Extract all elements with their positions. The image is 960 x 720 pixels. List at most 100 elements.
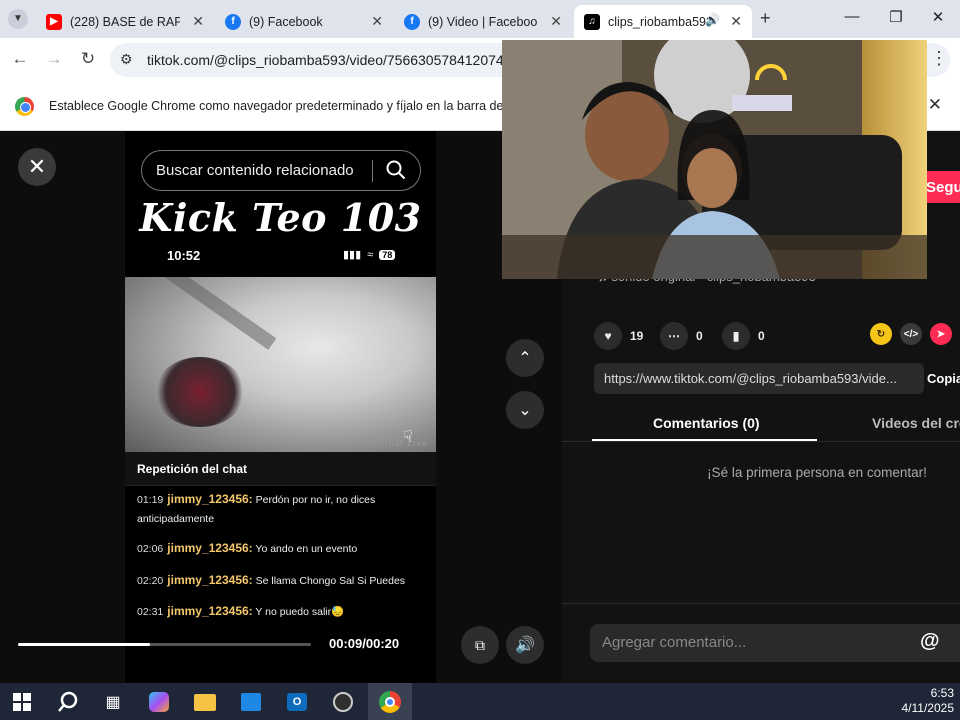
url-text: tiktok.com/@clips_riobamba593/video/7566… xyxy=(147,52,507,68)
comment-button[interactable]: ⋯ 0 xyxy=(660,322,703,350)
empty-comments-message: ¡Sé la primera persona en comentar! xyxy=(707,465,927,480)
chat-message: 02:06 jimmy_123456: Yo ando en un evento xyxy=(137,539,427,559)
speaker-icon[interactable]: 🔊 xyxy=(705,13,720,27)
save-button[interactable]: ▮ 0 xyxy=(722,322,765,350)
windows-taskbar: ▦ O 6:53 4/11/2025 xyxy=(0,683,960,720)
search-icon[interactable] xyxy=(386,160,406,180)
restore-button[interactable]: ❐ xyxy=(882,8,910,26)
phone-status-bar: ▮▮▮ ≈ 78 xyxy=(343,248,396,261)
previous-video-button[interactable]: ⌃ xyxy=(506,339,544,377)
send-icon[interactable]: ➤ xyxy=(930,323,952,345)
folder-icon xyxy=(194,693,216,711)
tab-title: (9) Video | Facebook xyxy=(428,14,538,29)
start-button[interactable] xyxy=(6,687,38,717)
phone-clock: 10:52 xyxy=(167,248,201,263)
tab-title: (228) BASE de RAP con xyxy=(70,14,180,29)
clock-time: 6:53 xyxy=(930,686,954,700)
obs-logo xyxy=(333,692,353,712)
obs-icon[interactable] xyxy=(327,687,359,717)
chat-user: jimmy_123456: xyxy=(167,604,253,618)
related-search-bar[interactable]: Buscar contenido relacionado xyxy=(141,150,421,191)
mention-icon[interactable]: @ xyxy=(920,630,940,653)
tab-strip: ▼ ▶ (228) BASE de RAP con ✕ f (9) Facebo… xyxy=(0,0,960,38)
chat-user: jimmy_123456: xyxy=(167,573,253,587)
outlook-icon[interactable]: O xyxy=(281,687,313,717)
next-video-button[interactable]: ⌄ xyxy=(506,391,544,429)
chat-text: Yo ando en un evento xyxy=(255,543,358,555)
chat-message: 01:19 jimmy_123456: Perdón por no ir, no … xyxy=(137,490,427,529)
tab-facebook[interactable]: f (9) Facebook ✕ xyxy=(215,5,393,38)
search-placeholder: Buscar contenido relacionado xyxy=(156,162,354,179)
chat-time: 02:20 xyxy=(137,575,164,587)
chat-message: 02:31 jimmy_123456: Y no puedo salir😓 xyxy=(137,602,427,622)
comment-placeholder: Agregar comentario... xyxy=(602,634,747,651)
battery-level: 78 xyxy=(379,249,396,260)
video-timecode: 00:09/00:20 xyxy=(329,636,400,651)
video-frame: PRISM Live ☟ xyxy=(125,277,436,452)
floating-player-button[interactable]: ⧉ xyxy=(461,626,499,664)
like-button[interactable]: ♥ 19 xyxy=(594,322,643,350)
chat-text: Y no puedo salir😓 xyxy=(255,606,345,618)
stream-title-overlay: Kick Teo 103 xyxy=(139,195,422,240)
embed-icon[interactable]: </> xyxy=(900,323,922,345)
file-explorer-icon[interactable] xyxy=(189,687,221,717)
site-info-icon[interactable]: ⚙ xyxy=(120,51,133,68)
minimize-button[interactable]: — xyxy=(838,8,866,25)
signal-icon: ▮▮▮ xyxy=(343,249,362,261)
tab-tiktok[interactable]: ♫ clips_riobamba593 🔊 ✕ xyxy=(574,5,752,38)
search-taskbar-button[interactable] xyxy=(52,687,84,717)
share-link-box[interactable]: https://www.tiktok.com/@clips_riobamba59… xyxy=(594,363,924,394)
new-tab-button[interactable]: + xyxy=(760,8,771,29)
copy-link-button[interactable]: Copiar enlace xyxy=(927,371,960,386)
browser-menu-icon[interactable]: ⋮ xyxy=(930,48,948,69)
frame-blur xyxy=(153,277,277,350)
tab-youtube[interactable]: ▶ (228) BASE de RAP con ✕ xyxy=(36,5,214,38)
tab-title: (9) Facebook xyxy=(249,14,323,29)
hand-cursor-icon: ☟ xyxy=(403,429,413,446)
wifi-icon: ≈ xyxy=(367,248,374,261)
comment-input[interactable]: Agregar comentario... @ xyxy=(590,624,960,662)
chat-time: 02:06 xyxy=(137,543,164,555)
share-link-text: https://www.tiktok.com/@clips_riobamba59… xyxy=(604,371,897,386)
bookmark-icon: ▮ xyxy=(722,322,750,350)
close-tab-icon[interactable]: ✕ xyxy=(550,13,562,30)
system-clock[interactable]: 6:53 4/11/2025 xyxy=(902,686,955,716)
close-tab-icon[interactable]: ✕ xyxy=(730,13,742,30)
youtube-icon: ▶ xyxy=(46,13,62,30)
follow-button[interactable]: Seguir xyxy=(922,171,960,203)
chat-time: 02:31 xyxy=(137,606,164,618)
tab-search-button[interactable]: ▼ xyxy=(8,9,28,29)
repost-icon[interactable]: ↻ xyxy=(870,323,892,345)
forward-button[interactable]: → xyxy=(42,49,66,69)
heart-icon: ♥ xyxy=(594,322,622,350)
chrome-taskbar-icon[interactable] xyxy=(368,683,412,720)
close-infobar-icon[interactable]: ✕ xyxy=(928,95,942,115)
copilot-logo xyxy=(149,692,169,712)
video-pane: ✕ Buscar contenido relacionado Kick Teo … xyxy=(0,131,562,683)
tab-creator-videos[interactable]: Videos del creador xyxy=(872,415,960,431)
back-button[interactable]: ← xyxy=(8,49,32,69)
save-count: 0 xyxy=(758,329,765,343)
reload-button[interactable]: ↻ xyxy=(76,49,100,69)
close-tab-icon[interactable]: ✕ xyxy=(192,13,204,30)
infobar-message: Establece Google Chrome como navegador p… xyxy=(49,99,502,113)
volume-button[interactable]: 🔊 xyxy=(506,626,544,664)
tab-comments[interactable]: Comentarios (0) xyxy=(653,415,760,431)
task-view-button[interactable]: ▦ xyxy=(97,687,129,717)
clock-date: 4/11/2025 xyxy=(901,701,955,715)
chat-user: jimmy_123456: xyxy=(167,492,253,506)
windows-logo-icon xyxy=(13,693,31,711)
chat-text: Se llama Chongo Sal Si Puedes xyxy=(255,575,406,587)
pip-video-frame xyxy=(502,40,927,279)
chat-replay-title: Repetición del chat xyxy=(137,462,248,476)
close-video-button[interactable]: ✕ xyxy=(18,148,56,186)
copilot-icon[interactable] xyxy=(143,687,175,717)
search-divider xyxy=(372,160,373,182)
video-player[interactable]: Buscar contenido relacionado Kick Teo 10… xyxy=(125,131,436,683)
close-window-button[interactable]: ✕ xyxy=(924,8,952,26)
video-progress-bar[interactable] xyxy=(18,643,311,646)
picture-in-picture-video[interactable] xyxy=(502,40,927,279)
close-tab-icon[interactable]: ✕ xyxy=(371,13,383,30)
tab-facebook-video[interactable]: f (9) Video | Facebook ✕ xyxy=(394,5,572,38)
microsoft-store-icon[interactable] xyxy=(235,687,267,717)
